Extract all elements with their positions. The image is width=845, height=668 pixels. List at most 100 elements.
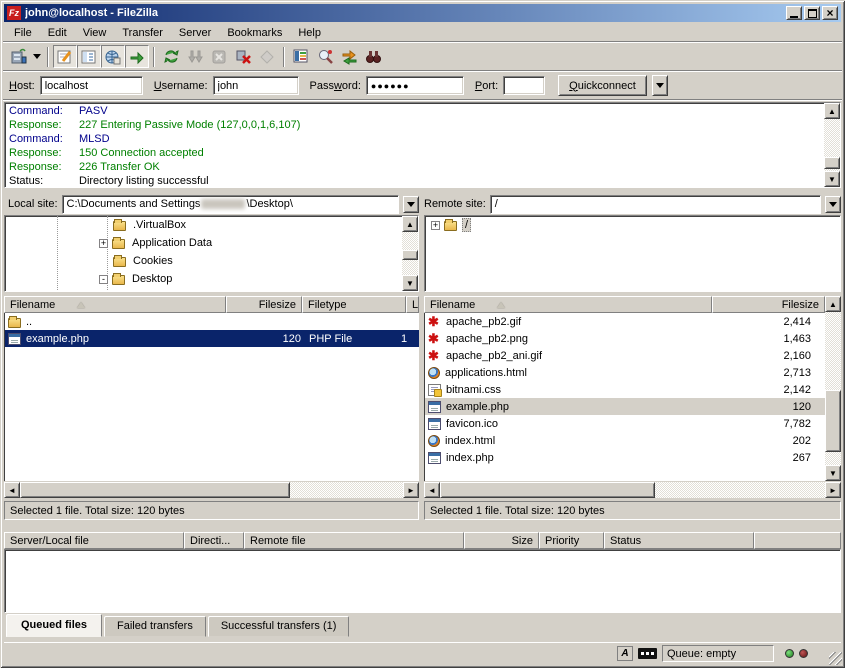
scroll-down-icon[interactable]: ▼: [402, 275, 418, 291]
scroll-left-icon[interactable]: ◄: [4, 482, 20, 498]
file-row[interactable]: bitnami.css2,142: [425, 381, 825, 398]
scroll-left-icon[interactable]: ◄: [424, 482, 440, 498]
log-label: Status:: [5, 174, 79, 188]
find-files-button[interactable]: [361, 45, 385, 68]
remote-site-combo[interactable]: /: [490, 195, 821, 214]
remote-status-text: Selected 1 file. Total size: 120 bytes: [424, 501, 841, 520]
scroll-up-icon[interactable]: ▲: [402, 216, 418, 232]
scroll-down-icon[interactable]: ▼: [825, 465, 841, 481]
tree-item-application-data[interactable]: + Application Data: [5, 234, 418, 252]
column-size[interactable]: Size: [464, 532, 539, 549]
scroll-up-icon[interactable]: ▲: [824, 103, 840, 119]
host-input[interactable]: [40, 76, 143, 95]
site-manager-dropdown[interactable]: [31, 45, 43, 68]
remote-list-vscrollbar[interactable]: ▲ ▼: [825, 296, 841, 481]
username-input[interactable]: [213, 76, 299, 95]
column-filename[interactable]: Filename: [424, 296, 712, 313]
expand-icon[interactable]: +: [99, 239, 108, 248]
file-row-parent[interactable]: ..: [5, 313, 419, 330]
password-input[interactable]: [366, 76, 464, 95]
scroll-thumb[interactable]: [20, 482, 290, 498]
speedlimit-indicator-icon[interactable]: [638, 648, 657, 659]
log-label: Response:: [5, 160, 79, 174]
menu-transfer[interactable]: Transfer: [114, 25, 171, 41]
site-manager-button[interactable]: [7, 45, 31, 68]
titlebar[interactable]: Fz john@localhost - FileZilla ×: [4, 4, 841, 22]
directory-listing-filters-button[interactable]: [289, 45, 313, 68]
log-vscrollbar[interactable]: ▲ ▼: [824, 103, 840, 187]
tab-queued-files[interactable]: Queued files: [6, 614, 102, 637]
column-priority[interactable]: Priority: [539, 532, 604, 549]
process-queue-button[interactable]: [183, 45, 207, 68]
column-status[interactable]: Status: [604, 532, 754, 549]
scroll-thumb[interactable]: [824, 157, 840, 169]
scroll-thumb[interactable]: [440, 482, 655, 498]
toggle-transfer-queue-button[interactable]: [125, 45, 149, 68]
column-remote-file[interactable]: Remote file: [244, 532, 464, 549]
file-row[interactable]: apache_pb2_ani.gif2,160: [425, 347, 825, 364]
data-type-indicator-icon[interactable]: A: [617, 646, 633, 661]
toggle-message-log-button[interactable]: [53, 45, 77, 68]
scroll-up-icon[interactable]: ▲: [825, 296, 841, 312]
synchronized-browsing-button[interactable]: [337, 45, 361, 68]
file-row-selected[interactable]: example.php120: [425, 398, 825, 415]
scroll-thumb[interactable]: [402, 250, 418, 260]
port-input[interactable]: [503, 76, 545, 95]
scroll-right-icon[interactable]: ►: [825, 482, 841, 498]
tab-successful-transfers[interactable]: Successful transfers (1): [208, 616, 350, 637]
local-site-dropdown[interactable]: [403, 196, 419, 213]
quickconnect-dropdown[interactable]: [652, 75, 668, 96]
toggle-local-treeview-button[interactable]: [77, 45, 101, 68]
tree-item-virtualbox[interactable]: .VirtualBox: [5, 216, 418, 234]
file-row[interactable]: apache_pb2.gif2,414: [425, 313, 825, 330]
directory-comparison-button[interactable]: [313, 45, 337, 68]
file-row[interactable]: apache_pb2.png1,463: [425, 330, 825, 347]
column-server-local-file[interactable]: Server/Local file: [4, 532, 184, 549]
local-tree-vscrollbar[interactable]: ▲ ▼: [402, 216, 418, 291]
expand-icon[interactable]: +: [431, 221, 440, 230]
file-row[interactable]: applications.html2,713: [425, 364, 825, 381]
refresh-button[interactable]: [159, 45, 183, 68]
cancel-operation-button[interactable]: [207, 45, 231, 68]
local-hscrollbar[interactable]: ◄ ►: [4, 482, 419, 498]
minimize-button[interactable]: [786, 6, 802, 20]
close-button[interactable]: ×: [822, 6, 838, 20]
maximize-button[interactable]: [804, 6, 820, 20]
file-row[interactable]: favicon.ico7,782: [425, 415, 825, 432]
collapse-icon[interactable]: -: [99, 275, 108, 284]
column-filesize[interactable]: Filesize: [712, 296, 825, 313]
scroll-down-icon[interactable]: ▼: [824, 171, 840, 187]
file-row[interactable]: index.php267: [425, 449, 825, 466]
local-site-combo[interactable]: C:\Documents and Settings\Desktop\: [62, 195, 399, 214]
menu-server[interactable]: Server: [171, 25, 219, 41]
toggle-remote-treeview-button[interactable]: [101, 45, 125, 68]
remote-site-dropdown[interactable]: [825, 196, 841, 213]
menu-bookmarks[interactable]: Bookmarks: [219, 25, 290, 41]
quickconnect-button[interactable]: Quickconnect: [558, 75, 647, 96]
tree-item-desktop[interactable]: - Desktop: [5, 270, 418, 288]
remote-hscrollbar[interactable]: ◄ ►: [424, 482, 841, 498]
redacted-username: [201, 199, 245, 209]
resize-grip[interactable]: [829, 652, 842, 665]
column-filesize[interactable]: Filesize: [226, 296, 302, 313]
queue-list[interactable]: [4, 549, 841, 613]
menu-edit[interactable]: Edit: [40, 25, 75, 41]
tree-item-cookies[interactable]: Cookies: [5, 252, 418, 270]
file-row[interactable]: index.html202: [425, 432, 825, 449]
tree-item-root[interactable]: + /: [425, 216, 840, 234]
menu-file[interactable]: File: [6, 25, 40, 41]
menu-view[interactable]: View: [75, 25, 115, 41]
file-row-example-php[interactable]: example.php 120 PHP File 1: [5, 330, 419, 347]
scroll-right-icon[interactable]: ►: [403, 482, 419, 498]
column-lastmodified[interactable]: L: [406, 296, 419, 313]
tab-failed-transfers[interactable]: Failed transfers: [104, 616, 206, 637]
column-direction[interactable]: Directi...: [184, 532, 244, 549]
column-filetype[interactable]: Filetype: [302, 296, 406, 313]
port-label: Port:: [475, 80, 498, 92]
menu-help[interactable]: Help: [290, 25, 329, 41]
column-filename[interactable]: Filename: [4, 296, 226, 313]
reconnect-button[interactable]: [255, 45, 279, 68]
disconnect-button[interactable]: [231, 45, 255, 68]
sync-browsing-icon: [341, 48, 358, 65]
scroll-thumb[interactable]: [825, 390, 841, 452]
